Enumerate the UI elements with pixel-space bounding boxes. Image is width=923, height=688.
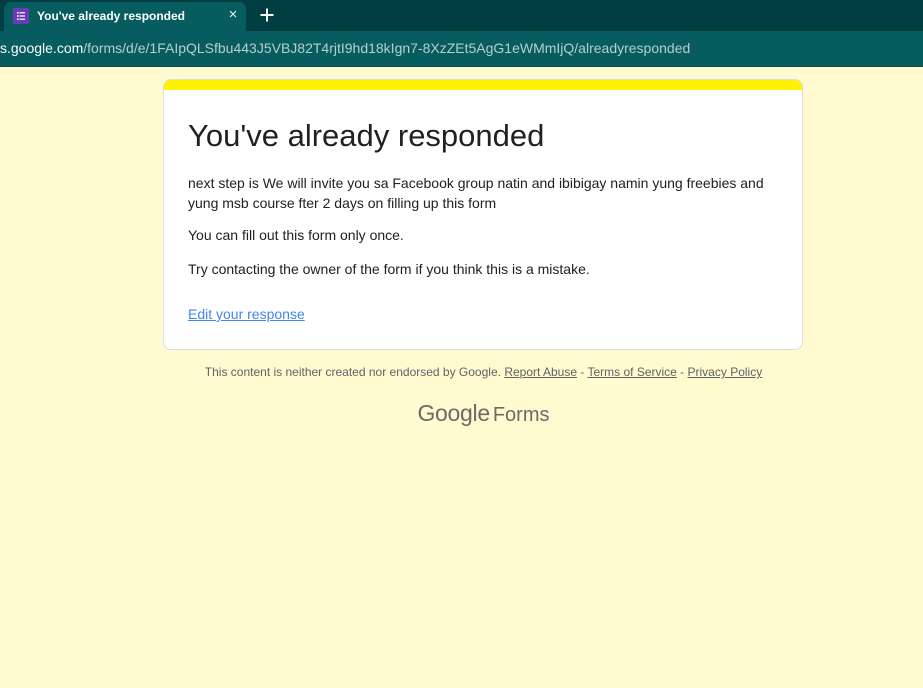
terms-of-service-link[interactable]: Terms of Service [587, 365, 676, 379]
address-bar[interactable]: s.google.com/forms/d/e/1FAIpQLSfbu443J5V… [0, 31, 923, 67]
card-accent-bar [164, 80, 802, 90]
contact-owner-note: Try contacting the owner of the form if … [188, 261, 590, 277]
footer-separator: - [577, 365, 588, 379]
close-tab-icon[interactable]: × [225, 7, 241, 23]
google-forms-logo[interactable]: Google Forms [0, 400, 923, 427]
tab-title: You've already responded [37, 9, 186, 23]
report-abuse-link[interactable]: Report Abuse [504, 365, 577, 379]
single-response-note: You can fill out this form only once. [188, 227, 404, 243]
google-forms-icon [13, 8, 29, 24]
confirmation-message: next step is We will invite you sa Faceb… [188, 175, 764, 211]
brand-google-wordmark: Google [417, 400, 490, 426]
brand-forms-wordmark: Forms [492, 404, 550, 426]
disclaimer-text: This content is neither created nor endo… [204, 365, 501, 379]
edit-response-link[interactable]: Edit your response [188, 306, 305, 322]
url-host: s.google.com [0, 40, 84, 56]
privacy-policy-link[interactable]: Privacy Policy [688, 365, 763, 379]
footer-disclaimer-line: This content is neither created nor endo… [0, 365, 923, 379]
footer-separator: - [676, 365, 688, 379]
url-path: /forms/d/e/1FAIpQLSfbu443J5VBJ82T4rjtI9h… [83, 40, 691, 56]
page-title: You've already responded [188, 118, 545, 153]
browser-tab-strip: You've already responded × [0, 0, 923, 31]
plus-icon[interactable] [257, 5, 277, 25]
response-card: You've already responded next step is We… [163, 79, 803, 350]
url-text[interactable]: s.google.com/forms/d/e/1FAIpQLSfbu443J5V… [0, 40, 690, 56]
browser-tab[interactable]: You've already responded × [4, 2, 246, 31]
